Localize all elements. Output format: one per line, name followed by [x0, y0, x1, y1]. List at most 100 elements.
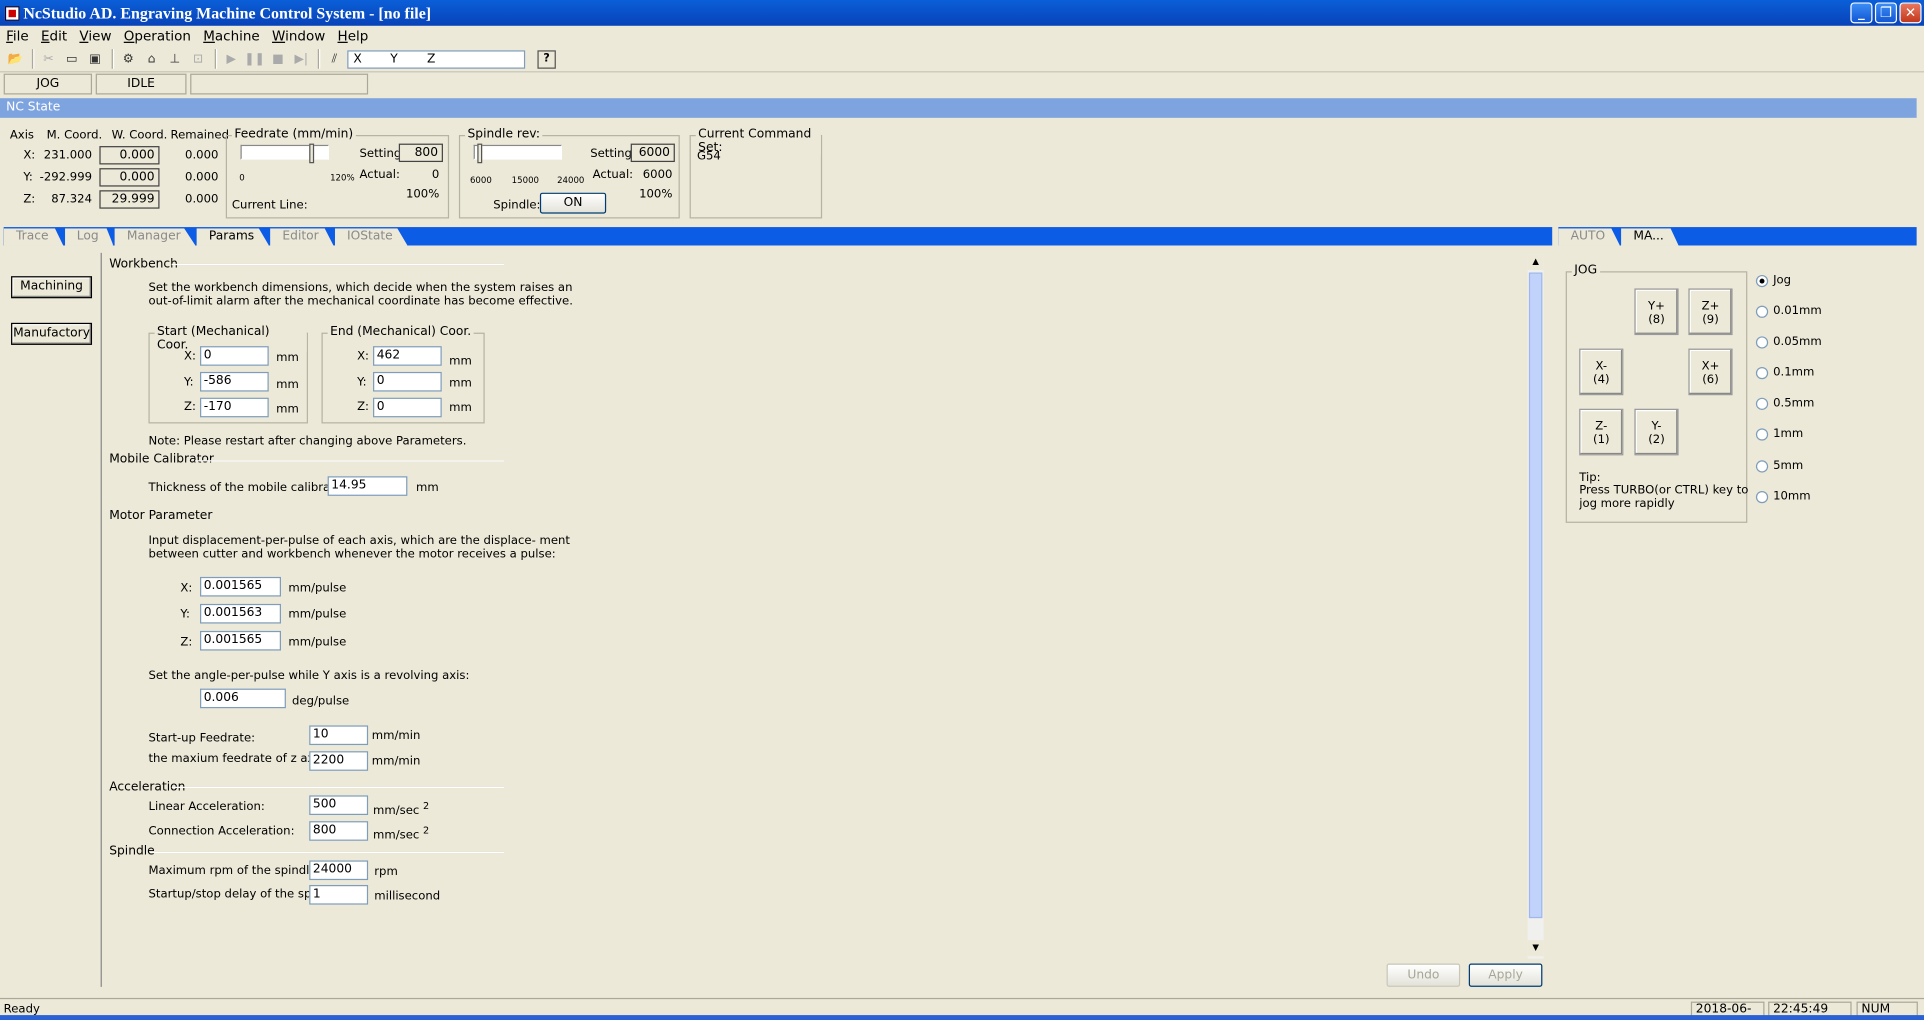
- jog-y-plus-button[interactable]: Y+ (8): [1634, 288, 1679, 336]
- menu-window[interactable]: Window: [266, 28, 332, 44]
- step-radio-jog[interactable]: Jog: [1755, 274, 1791, 287]
- menu-bar: File Edit View Operation Machine Window …: [0, 26, 1924, 47]
- menu-machine[interactable]: Machine: [197, 28, 266, 44]
- remained-header: Remained: [170, 128, 230, 143]
- jog-x-plus-button[interactable]: X+ (6): [1688, 348, 1733, 396]
- linear-accel-unit-text: mm/sec: [373, 804, 420, 818]
- pause-icon[interactable]: ❚❚: [244, 48, 265, 69]
- step-radio-0.1mm[interactable]: 0.1mm: [1755, 366, 1814, 379]
- step-icon[interactable]: ▶|: [291, 48, 312, 69]
- jog-z-minus-label: Z-: [1595, 419, 1608, 434]
- menu-help[interactable]: Help: [331, 28, 374, 44]
- maxz-input[interactable]: 2200: [309, 751, 369, 771]
- end-z-input[interactable]: 0: [373, 397, 442, 418]
- start-x-input[interactable]: 0: [200, 346, 269, 366]
- start-x-unit: mm: [276, 351, 299, 365]
- spindle-slider[interactable]: [473, 143, 562, 164]
- end-y-label: Y:: [357, 375, 367, 390]
- spindle-slider-thumb[interactable]: [477, 143, 483, 164]
- tab-params[interactable]: Params: [196, 228, 269, 246]
- reset-icon[interactable]: ⫽: [324, 48, 345, 69]
- menu-file[interactable]: File: [0, 28, 35, 44]
- start-y-unit: mm: [276, 378, 299, 392]
- step-radio-10mm[interactable]: 10mm: [1755, 490, 1811, 503]
- apply-button[interactable]: Apply: [1468, 963, 1543, 987]
- spindle-rev-label: Spindle rev:: [465, 127, 543, 142]
- max-rpm-label: Maximum rpm of the spindle:: [148, 864, 321, 878]
- scroll-down-icon[interactable]: ▼: [1527, 940, 1544, 957]
- stop-icon[interactable]: ■: [267, 48, 288, 69]
- motor-desc-1: Input displacement-per-pulse of each axi…: [148, 533, 570, 548]
- help-icon[interactable]: ?: [537, 49, 556, 69]
- start-icon[interactable]: ▶: [221, 48, 242, 69]
- end-y-input[interactable]: 0: [373, 371, 442, 392]
- angle-input[interactable]: 0.006: [200, 688, 286, 709]
- jog-x-minus-button[interactable]: X- (4): [1579, 348, 1624, 396]
- jog-x-plus-key: (6): [1702, 373, 1719, 387]
- motor-z-label: Z:: [180, 635, 193, 650]
- startup-feedrate-input[interactable]: 10: [309, 725, 369, 746]
- feedrate-slider[interactable]: [240, 143, 329, 164]
- open-file-icon[interactable]: 📂: [5, 48, 26, 69]
- undo-button[interactable]: Undo: [1386, 963, 1461, 987]
- spindle-tick-min: 6000: [469, 175, 492, 186]
- feedrate-setting[interactable]: 800: [398, 143, 443, 163]
- spindle-setting[interactable]: 6000: [630, 143, 675, 163]
- step-radio-0.01mm[interactable]: 0.01mm: [1755, 304, 1822, 318]
- manufactory-button[interactable]: Manufactory: [11, 322, 93, 345]
- tab-auto[interactable]: AUTO: [1558, 228, 1620, 246]
- jog-y-minus-button[interactable]: Y- (2): [1634, 408, 1679, 456]
- jog-x-minus-key: (4): [1593, 373, 1610, 387]
- step-radio-0.05mm[interactable]: 0.05mm: [1755, 335, 1822, 349]
- tab-trace[interactable]: Trace: [3, 228, 64, 246]
- step-radio-5mm[interactable]: 5mm: [1755, 459, 1803, 473]
- jog-title: JOG: [1571, 263, 1600, 278]
- menu-edit[interactable]: Edit: [35, 28, 73, 44]
- tab-log[interactable]: Log: [64, 228, 114, 246]
- window-icon[interactable]: ▭: [61, 48, 82, 69]
- scroll-thumb[interactable]: [1528, 272, 1543, 919]
- taskbar-edge: [0, 1015, 1924, 1020]
- toolbar-separator: [214, 49, 218, 69]
- jog-z-plus-button[interactable]: Z+ (9): [1688, 288, 1733, 336]
- spindle-on-button[interactable]: ON: [539, 192, 607, 214]
- tab-manual[interactable]: MA...: [1621, 228, 1679, 246]
- params-scrollbar[interactable]: ▲ ▼: [1527, 254, 1544, 959]
- close-file-icon[interactable]: ✂: [38, 48, 59, 69]
- menu-view[interactable]: View: [73, 28, 117, 44]
- calibrator-input[interactable]: 14.95: [327, 476, 408, 496]
- step-radio-0.5mm[interactable]: 0.5mm: [1755, 396, 1814, 410]
- scroll-up-icon[interactable]: ▲: [1527, 254, 1544, 271]
- motor-y-input[interactable]: 0.001563: [200, 603, 281, 624]
- spindle-delay-input[interactable]: 1: [309, 884, 369, 905]
- conn-accel-unit-text: mm/sec: [373, 828, 420, 843]
- restore-button[interactable]: ❐: [1874, 2, 1898, 24]
- jog-z-minus-button[interactable]: Z- (1): [1579, 408, 1624, 456]
- start-z-input[interactable]: -170: [200, 397, 269, 418]
- axis-selector[interactable]: X Y Z: [347, 49, 526, 69]
- machining-button[interactable]: Machining: [11, 276, 93, 299]
- home-icon[interactable]: ⌂: [141, 48, 162, 69]
- end-y-unit: mm: [449, 376, 472, 391]
- max-rpm-input[interactable]: 24000: [309, 860, 369, 881]
- conn-accel-unit-exp: 2: [423, 824, 430, 836]
- menu-operation[interactable]: Operation: [118, 28, 197, 44]
- close-button[interactable]: ✕: [1899, 2, 1922, 24]
- tab-iostate[interactable]: IOState: [334, 228, 408, 246]
- feedrate-slider-thumb[interactable]: [309, 143, 315, 164]
- linear-accel-input[interactable]: 500: [309, 795, 369, 816]
- end-x-input[interactable]: 462: [373, 346, 442, 366]
- display-icon[interactable]: ▣: [85, 48, 106, 69]
- tab-manager[interactable]: Manager: [114, 228, 196, 246]
- linear-accel-label: Linear Acceleration:: [148, 800, 265, 814]
- breakpoint-icon[interactable]: ⊡: [188, 48, 209, 69]
- tab-editor[interactable]: Editor: [270, 228, 334, 246]
- zero-icon[interactable]: ⚙: [118, 48, 139, 69]
- start-y-input[interactable]: -586: [200, 371, 269, 392]
- motor-x-input[interactable]: 0.001565: [200, 576, 281, 597]
- calibrate-icon[interactable]: ⊥: [164, 48, 185, 69]
- motor-z-input[interactable]: 0.001565: [200, 630, 281, 651]
- minimize-button[interactable]: _: [1850, 2, 1873, 24]
- step-radio-1mm[interactable]: 1mm: [1755, 427, 1803, 441]
- conn-accel-input[interactable]: 800: [309, 821, 369, 841]
